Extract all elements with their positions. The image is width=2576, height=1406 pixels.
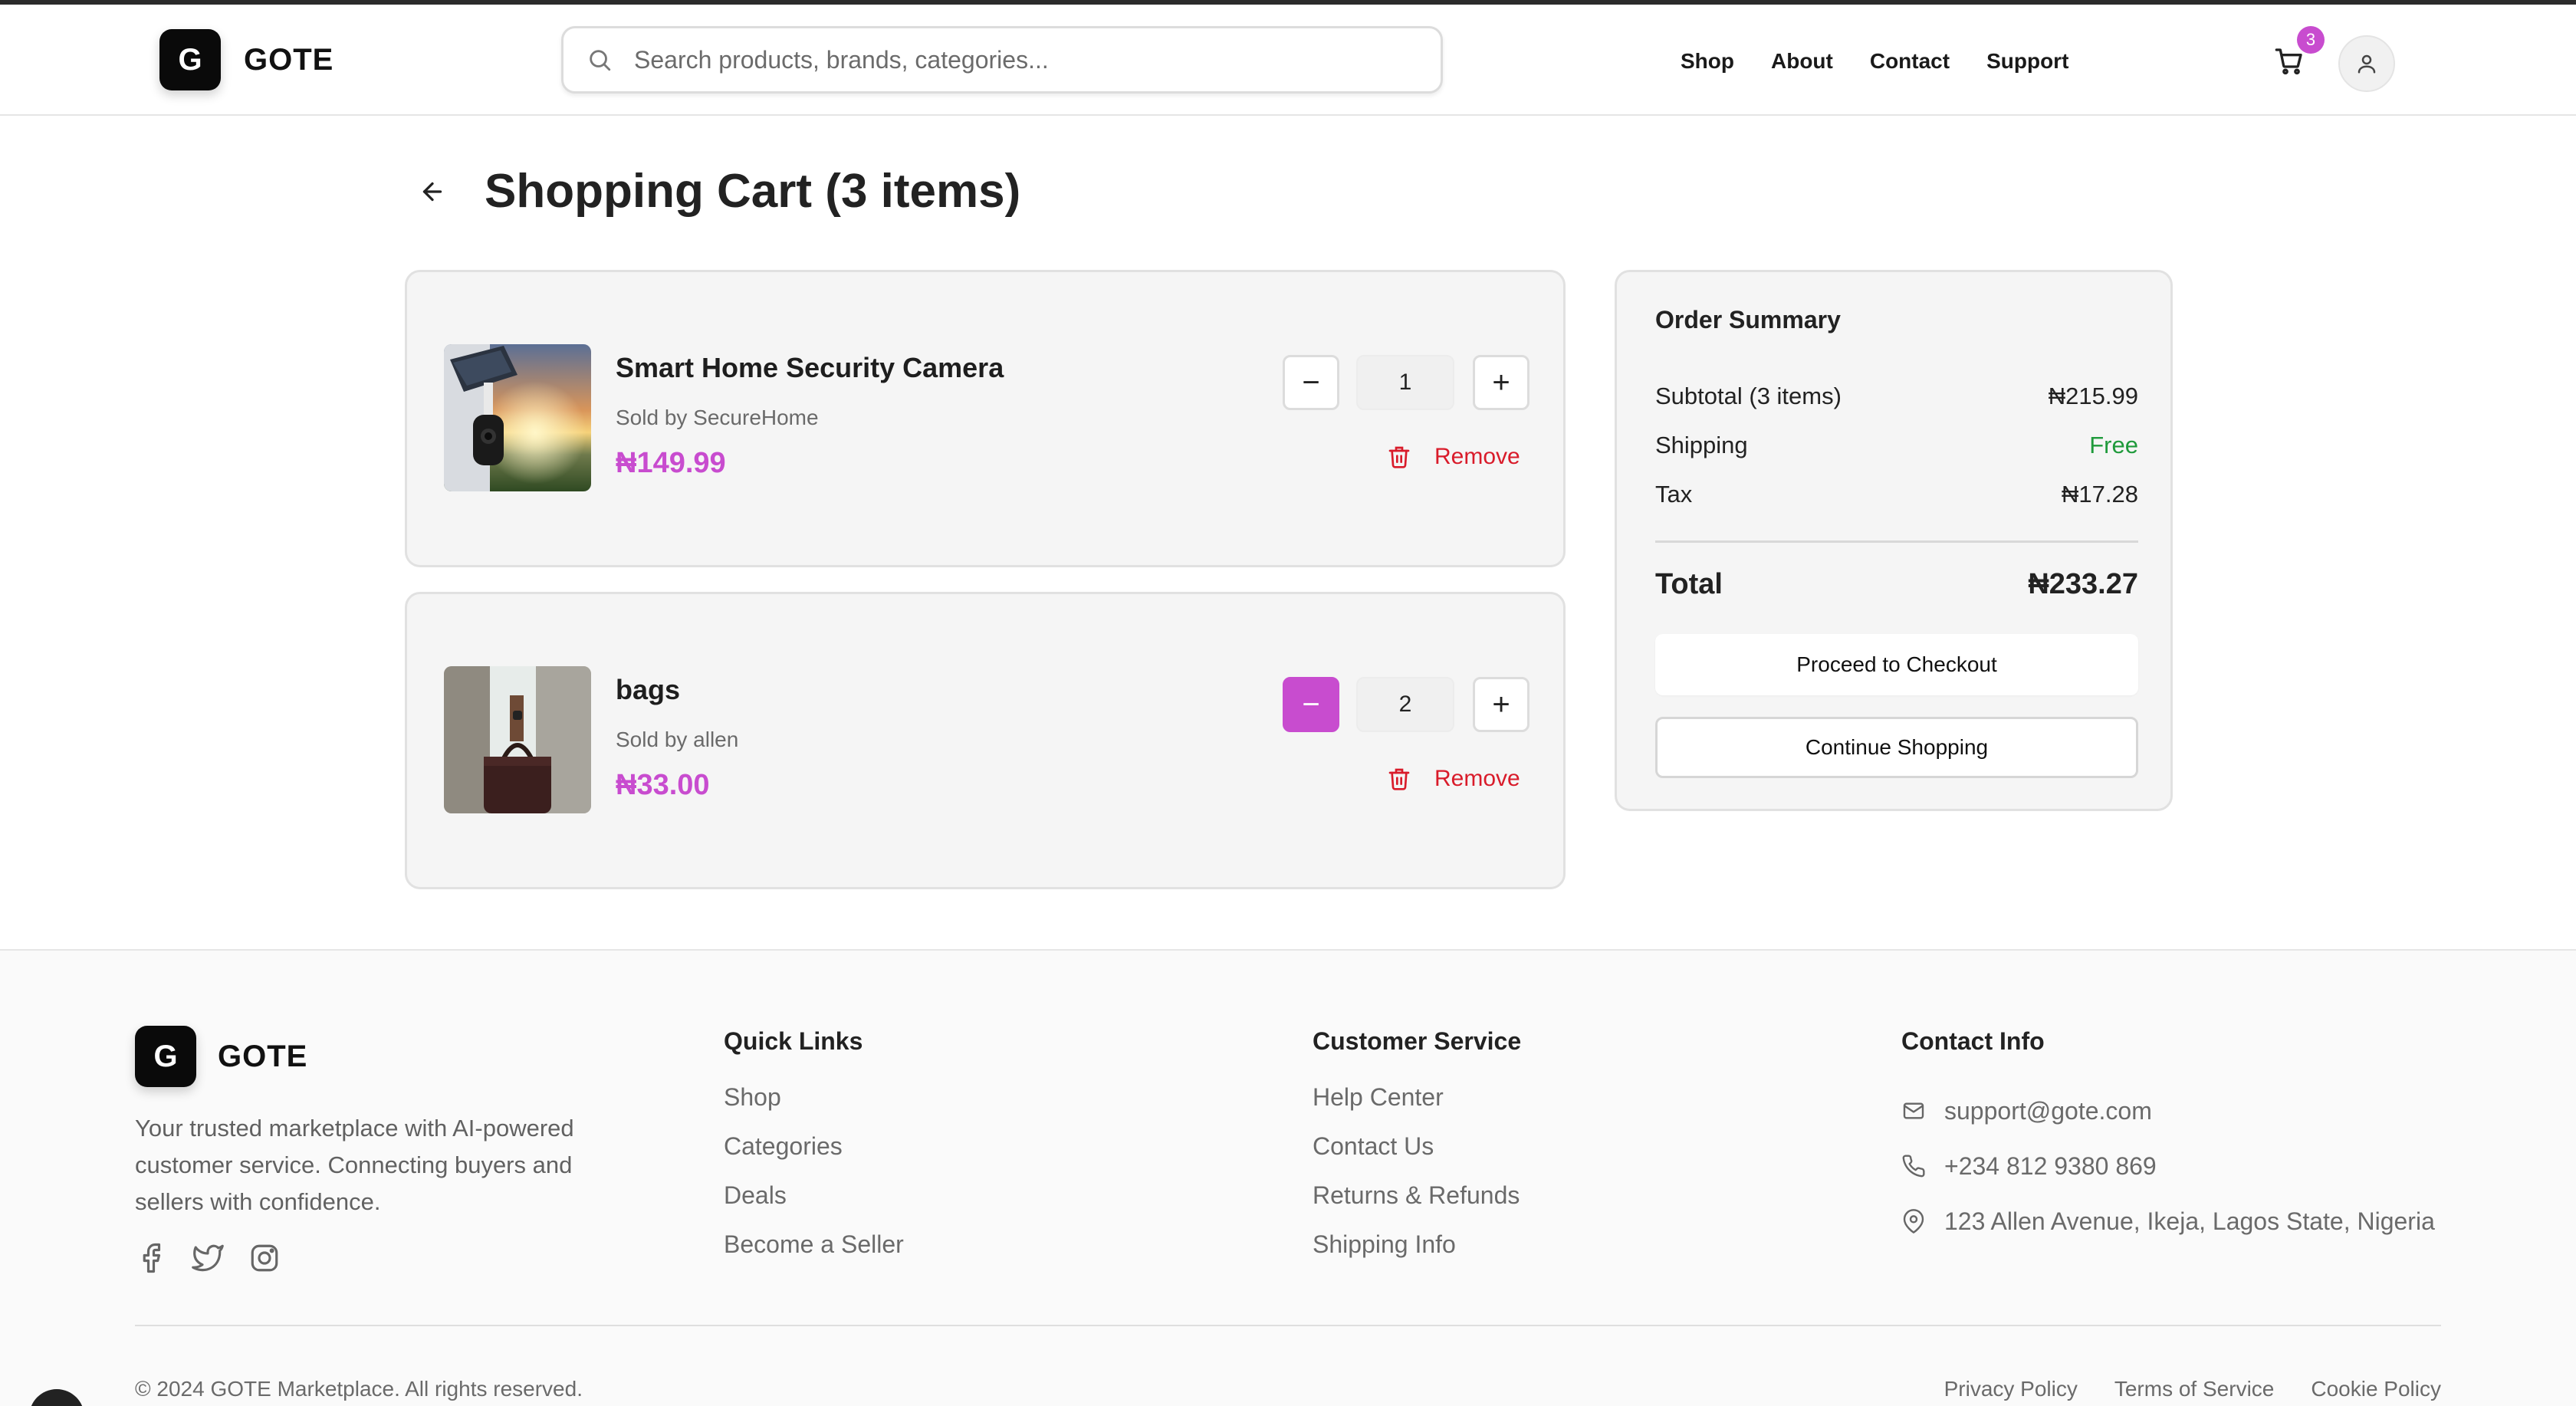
continue-shopping-button[interactable]: Continue Shopping [1655,717,2138,778]
trash-icon [1388,768,1410,790]
remove-item-button[interactable]: Remove [1387,444,1520,470]
brand-logo[interactable]: G GOTE [159,29,334,90]
instagram-link[interactable] [248,1242,281,1274]
search-bar[interactable] [561,26,1443,94]
legal-links: Privacy Policy Terms of Service Cookie P… [1944,1377,2441,1401]
main-nav: Shop About Contact Support [1681,49,2068,74]
decrease-quantity-button[interactable]: − [1283,677,1339,732]
facebook-icon [143,1243,161,1273]
site-footer: G GOTE Your trusted marketplace with AI-… [0,949,2576,1406]
site-header: G GOTE Shop About Contact Support 3 [0,5,2576,116]
tax-value: ₦17.28 [2062,481,2138,508]
cart-count-badge: 3 [2297,26,2325,54]
remove-label: Remove [1434,444,1520,469]
privacy-policy-link[interactable]: Privacy Policy [1944,1377,2078,1401]
nav-contact[interactable]: Contact [1870,49,1950,74]
footer-link-shop[interactable]: Shop [724,1083,904,1132]
tax-label: Tax [1655,481,1693,508]
footer-brand-name: GOTE [218,1039,308,1073]
contact-phone-text: +234 812 9380 869 [1944,1151,2157,1180]
nav-support[interactable]: Support [1986,49,2068,74]
item-seller: Sold by allen [616,728,739,751]
logo-mark: G [159,29,221,90]
footer-link-returns[interactable]: Returns & Refunds [1313,1181,1521,1230]
footer-link-shipping-info[interactable]: Shipping Info [1313,1230,1521,1280]
remove-item-button[interactable]: Remove [1387,766,1520,792]
footer-logo-mark: G [135,1026,196,1087]
item-name[interactable]: bags [616,674,680,706]
contact-email[interactable]: support@gote.com [1901,1083,2435,1138]
footer-link-help-center[interactable]: Help Center [1313,1083,1521,1132]
phone-icon [1902,1155,1925,1178]
brand-name: GOTE [244,42,334,77]
order-summary-title: Order Summary [1655,306,1841,333]
total-label: Total [1655,568,1723,600]
product-image-bag[interactable] [444,666,591,813]
quick-links-title: Quick Links [724,1027,863,1055]
cookie-policy-link[interactable]: Cookie Policy [2311,1377,2441,1401]
terms-of-service-link[interactable]: Terms of Service [2114,1377,2275,1401]
instagram-icon [251,1244,278,1272]
contact-phone[interactable]: +234 812 9380 869 [1901,1138,2435,1194]
item-seller: Sold by SecureHome [616,406,819,429]
map-pin-icon [1903,1209,1924,1234]
footer-link-deals[interactable]: Deals [724,1181,904,1230]
contact-email-text: support@gote.com [1944,1096,2152,1125]
remove-label: Remove [1434,766,1520,791]
cart-item: bags Sold by allen ₦33.00 − 2 + Remove [405,592,1566,889]
social-links [135,1242,281,1274]
search-input[interactable] [634,45,1401,74]
proceed-to-checkout-button[interactable]: Proceed to Checkout [1655,634,2138,695]
arrow-left-icon [422,182,442,202]
contact-info-title: Contact Info [1901,1027,2045,1055]
footer-divider [135,1325,2441,1326]
footer-logo[interactable]: G GOTE [135,1026,307,1087]
cart-item: Smart Home Security Camera Sold by Secur… [405,270,1566,567]
page-title: Shopping Cart (3 items) [485,165,1021,218]
trash-icon [1388,446,1410,468]
contact-info-column: Contact Info support@gote.com +234 812 9… [1901,1027,2435,1249]
increase-quantity-button[interactable]: + [1473,355,1530,410]
footer-link-contact-us[interactable]: Contact Us [1313,1132,1521,1181]
back-button[interactable] [419,178,446,205]
subtotal-label: Subtotal (3 items) [1655,383,1842,409]
order-summary: Order Summary Subtotal (3 items) ₦215.99… [1615,270,2173,811]
quantity-field[interactable]: 2 [1356,677,1454,732]
item-price: ₦149.99 [616,447,726,479]
user-icon [2358,54,2376,74]
product-image-camera[interactable] [444,344,591,491]
footer-link-become-seller[interactable]: Become a Seller [724,1230,904,1280]
increase-quantity-button[interactable]: + [1473,677,1530,732]
customer-service-column: Customer Service Help Center Contact Us … [1313,1027,1521,1280]
decrease-quantity-button[interactable]: − [1283,355,1339,410]
user-avatar-button[interactable] [2338,35,2395,92]
nav-about[interactable]: About [1771,49,1833,74]
total-value: ₦233.27 [2028,568,2138,600]
mail-icon [1903,1102,1924,1119]
contact-address-text: 123 Allen Avenue, Ikeja, Lagos State, Ni… [1944,1207,2435,1235]
shipping-row: Shipping Free [1655,432,2138,459]
search-icon [590,50,611,71]
item-price: ₦33.00 [616,769,710,801]
footer-link-categories[interactable]: Categories [724,1132,904,1181]
twitter-icon [192,1244,224,1272]
customer-service-title: Customer Service [1313,1027,1522,1055]
summary-divider [1655,540,2138,543]
shipping-label: Shipping [1655,432,1748,458]
shopping-cart-icon [2275,48,2302,75]
quantity-field[interactable]: 1 [1356,355,1454,410]
tax-row: Tax ₦17.28 [1655,481,2138,508]
facebook-link[interactable] [135,1242,167,1274]
quick-links-column: Quick Links Shop Categories Deals Become… [724,1027,904,1280]
item-name[interactable]: Smart Home Security Camera [616,352,1004,384]
footer-description: Your trusted marketplace with AI-powered… [135,1115,574,1215]
nav-shop[interactable]: Shop [1681,49,1734,74]
copyright: © 2024 GOTE Marketplace. All rights rese… [135,1377,583,1401]
total-row: Total ₦233.27 [1655,568,2138,601]
subtotal-value: ₦215.99 [2048,383,2138,409]
twitter-link[interactable] [192,1242,224,1274]
contact-address: 123 Allen Avenue, Ikeja, Lagos State, Ni… [1901,1194,2435,1249]
shipping-value: Free [2089,432,2138,458]
subtotal-row: Subtotal (3 items) ₦215.99 [1655,383,2138,410]
